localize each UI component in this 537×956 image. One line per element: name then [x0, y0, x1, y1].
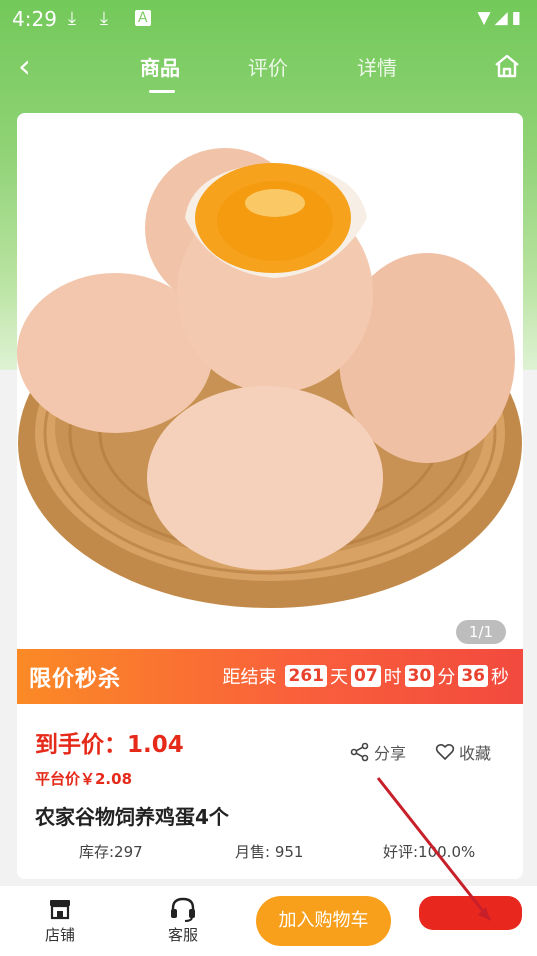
share-button[interactable]: 分享	[350, 740, 406, 764]
top-nav: ‹ 商品 评价 详情	[0, 44, 537, 93]
countdown-timer: 距结束 261 天 07 时 30 分 36 秒	[222, 663, 509, 689]
app-notification-icon: A	[135, 10, 151, 26]
countdown-prefix: 距结束	[222, 667, 277, 688]
tab-details[interactable]: 详情	[357, 52, 397, 81]
countdown-seconds-unit: 秒	[491, 667, 509, 688]
shop-button[interactable]: 店铺	[30, 892, 90, 945]
tab-reviews[interactable]: 评价	[248, 52, 288, 81]
platform-price: 平台价￥2.08	[35, 770, 133, 788]
headset-icon	[171, 897, 195, 922]
countdown-days: 261	[285, 665, 327, 687]
share-icon	[350, 742, 369, 762]
monthly-sales: 月售: 951	[235, 843, 304, 861]
store-icon	[50, 900, 70, 920]
final-price: 到手价：1.04	[35, 732, 184, 758]
bottom-action-bar: 店铺 客服 加入购物车	[0, 886, 537, 956]
countdown-minutes-unit: 分	[437, 667, 456, 688]
home-icon[interactable]	[493, 52, 521, 80]
share-label: 分享	[374, 744, 407, 763]
flash-sale-banner: 限价秒杀 距结束 261 天 07 时 30 分 36 秒	[17, 649, 523, 704]
download-icon: ⤓	[68, 8, 76, 29]
battery-icon: ▮	[511, 8, 525, 28]
countdown-seconds: 36	[458, 665, 488, 687]
add-to-cart-button[interactable]: 加入购物车	[256, 896, 391, 946]
product-image[interactable]: 1/1	[17, 113, 523, 649]
wifi-icon: ▼	[477, 8, 495, 28]
positive-rating: 好评:100.0%	[383, 843, 476, 861]
buy-now-button[interactable]	[419, 896, 522, 930]
service-label: 客服	[167, 926, 198, 944]
status-bar: 4:29 ⤓ ⤓ A ▼◢▮	[0, 0, 537, 36]
system-icons: ▼◢▮	[477, 8, 525, 28]
favorite-button[interactable]: 收藏	[435, 740, 491, 764]
customer-service-button[interactable]: 客服	[153, 892, 213, 945]
product-card: 1/1 限价秒杀 距结束 261 天 07 时 30 分 36 秒 到手价：1.…	[17, 113, 523, 879]
image-counter: 1/1	[456, 620, 506, 644]
back-chevron-icon[interactable]: ‹	[18, 46, 31, 86]
favorite-label: 收藏	[459, 744, 492, 763]
status-time: 4:29	[12, 7, 57, 31]
signal-icon: ◢	[494, 8, 512, 28]
countdown-hours: 07	[350, 665, 381, 687]
countdown-hours-unit: 时	[383, 667, 402, 688]
countdown-minutes: 30	[404, 665, 435, 687]
countdown-days-unit: 天	[329, 667, 348, 688]
shop-label: 店铺	[44, 926, 75, 944]
product-detail-screen: 4:29 ⤓ ⤓ A ▼◢▮ ‹ 商品 评价 详情 1/1 限价秒杀 距结束 2…	[0, 0, 537, 956]
tab-product[interactable]: 商品	[140, 52, 180, 81]
active-tab-indicator	[149, 90, 175, 93]
download-icon: ⤓	[100, 8, 108, 29]
egg-basket-illustration	[17, 148, 522, 608]
heart-icon	[435, 743, 455, 760]
stock-count: 库存:297	[79, 843, 143, 861]
flash-sale-title: 限价秒杀	[29, 667, 122, 692]
product-title: 农家谷物饲养鸡蛋4个	[35, 805, 229, 829]
